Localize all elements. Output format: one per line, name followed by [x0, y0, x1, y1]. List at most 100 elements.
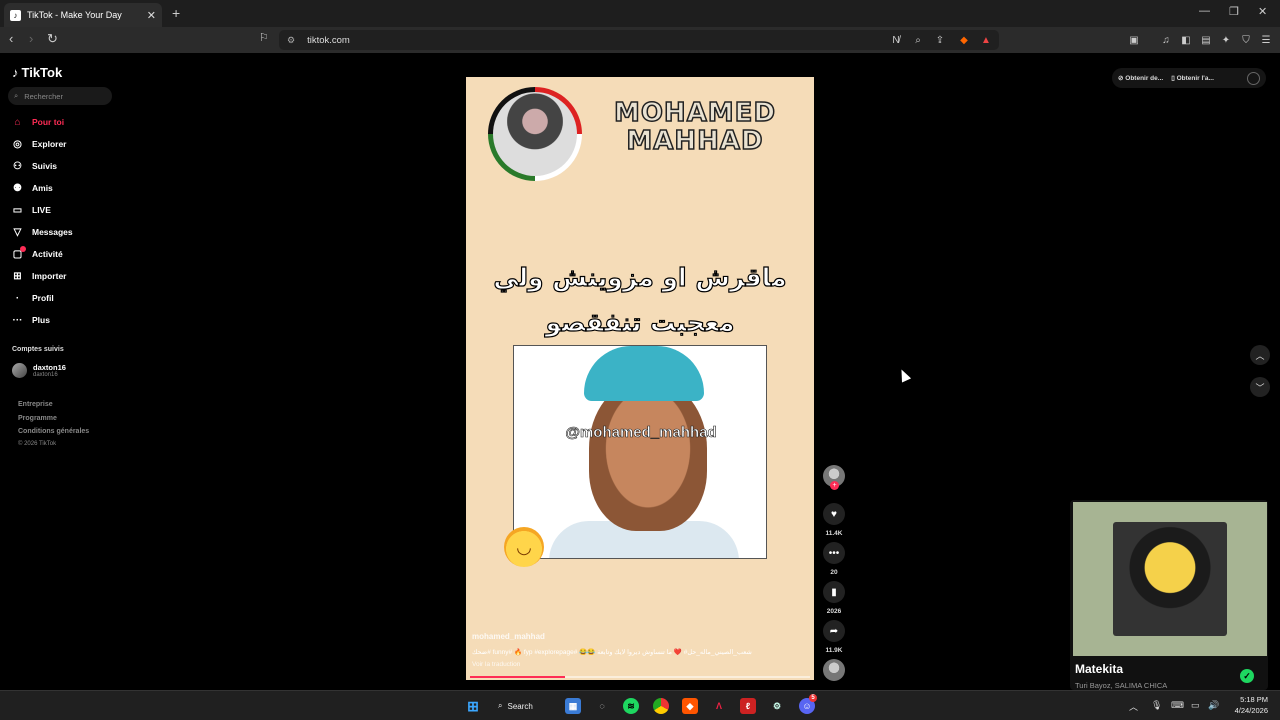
sidebar-item-pour-toi[interactable]: ⌂ Pour toi: [12, 115, 64, 129]
back-icon[interactable]: ‹: [9, 31, 13, 46]
tray-expand-icon[interactable]: ︿: [1129, 700, 1138, 713]
share-arrow-icon[interactable]: ➦: [823, 620, 845, 642]
sidebar-item-label: LIVE: [32, 205, 51, 215]
forward-icon[interactable]: ›: [29, 31, 33, 46]
footer-link-programme[interactable]: Programme: [18, 415, 57, 422]
like-action[interactable]: ♥ 11.4K: [822, 503, 846, 537]
sidebar-toggle-icon[interactable]: ◧: [1179, 33, 1193, 47]
creator-avatar-button[interactable]: +: [822, 465, 846, 490]
reader-mode-icon[interactable]: N̸: [889, 33, 903, 47]
sidebar-item-messages[interactable]: ▽ Messages: [12, 225, 73, 239]
heart-icon[interactable]: ♥: [823, 503, 845, 525]
video-progress-bar[interactable]: [470, 676, 810, 678]
comment-action[interactable]: ••• 20: [822, 542, 846, 576]
menu-icon[interactable]: ☰: [1259, 33, 1273, 47]
clock-time: 5:18 PM: [1240, 695, 1268, 704]
brave-shield-icon[interactable]: ◆: [957, 33, 971, 47]
sidebar-item-label: Explorer: [32, 139, 67, 149]
display-icon[interactable]: ▭: [1191, 700, 1200, 711]
sound-disc-button[interactable]: [822, 659, 846, 681]
spotify-icon[interactable]: ≋: [623, 698, 639, 714]
get-app-button[interactable]: ▯ Obtenir l'a...: [1171, 74, 1214, 82]
steam-icon[interactable]: ⚙: [769, 698, 785, 714]
brave-icon[interactable]: ◆: [682, 698, 698, 714]
get-coins-button[interactable]: ⊘ Obtenir de...: [1118, 74, 1163, 82]
reload-icon[interactable]: ↻: [47, 31, 58, 47]
compass-icon: ◎: [13, 138, 22, 150]
rewards-icon[interactable]: ▲: [979, 33, 993, 47]
sidebar-item-amis[interactable]: ⚉ Amis: [12, 181, 53, 195]
leo-ai-icon[interactable]: ✦: [1219, 33, 1233, 47]
zoom-icon[interactable]: ⌕: [911, 33, 925, 47]
taskbar-search-label: Search: [507, 701, 533, 711]
search-icon: ⌕: [14, 91, 19, 100]
check-icon[interactable]: ✓: [1240, 669, 1254, 683]
app-red-icon[interactable]: ℓ: [740, 698, 756, 714]
screenshot-icon[interactable]: ▣: [1127, 33, 1141, 47]
comment-count: 20: [830, 569, 838, 576]
share-action[interactable]: ➦ 11.9K: [822, 620, 846, 654]
more-icon: ···: [12, 314, 23, 326]
video-arabic-caption: ماقرش او مزوينش ولي معجبت تنفقصو: [486, 255, 794, 345]
home-icon: ⌂: [14, 116, 21, 128]
sidebar-item-live[interactable]: ▭ LIVE: [12, 203, 51, 217]
arabic-line1: ماقرش او مزوينش ولي: [493, 262, 787, 292]
vpn-icon[interactable]: ⛉: [1239, 33, 1253, 47]
bookmark-icon[interactable]: ▮: [823, 581, 845, 603]
search-placeholder: Rechercher: [24, 91, 63, 101]
close-window-icon[interactable]: ✕: [1258, 5, 1267, 18]
maximize-icon[interactable]: ❐: [1229, 5, 1239, 18]
site-info-icon[interactable]: ⚙: [287, 35, 295, 46]
sidebar-item-profil[interactable]: · Profil: [12, 291, 54, 305]
tiktok-note-icon: ♪: [12, 65, 19, 80]
previous-video-button[interactable]: ︿: [1250, 345, 1270, 365]
app-a-icon[interactable]: Λ: [711, 698, 727, 714]
see-translation-link[interactable]: Voir la traduction: [472, 661, 520, 668]
tiktok-sidebar: ♪ TikTok ⌕ Rechercher ⌂ Pour toi ◎ Explo…: [0, 54, 120, 690]
volume-icon[interactable]: 🔊: [1208, 700, 1219, 711]
followed-account[interactable]: daxton16 daxton16: [12, 363, 66, 378]
tiktok-logo[interactable]: ♪ TikTok: [12, 65, 62, 80]
logo-text: TikTok: [21, 65, 63, 80]
settings-circle-icon[interactable]: [1247, 71, 1260, 85]
taskbar-clock[interactable]: 5:18 PM 4/24/2026: [1224, 694, 1268, 716]
sidebar-item-explorer[interactable]: ◎ Explorer: [12, 137, 67, 151]
footer-link-conditions[interactable]: Conditions générales: [18, 428, 89, 435]
video-overlay-title: MOHAMED MAHHAD: [590, 98, 800, 156]
sidebar-item-importer[interactable]: ⊞ Importer: [12, 269, 66, 283]
sidebar-item-activite[interactable]: ▢ Activité: [12, 245, 63, 261]
follow-plus-icon[interactable]: +: [830, 481, 839, 490]
comment-icon[interactable]: •••: [823, 542, 845, 564]
app-icon[interactable]: ◌: [594, 698, 610, 714]
new-tab-icon[interactable]: +: [172, 5, 180, 21]
sidebar-item-label: Suivis: [32, 161, 58, 171]
media-icon[interactable]: ♫: [1159, 33, 1173, 47]
bookmark-icon[interactable]: ⚐: [259, 31, 269, 44]
music-disc-icon[interactable]: [823, 659, 845, 681]
song-title: Matekita: [1075, 662, 1124, 676]
close-tab-icon[interactable]: ✕: [147, 9, 156, 22]
save-action[interactable]: ▮ 2026: [822, 581, 846, 615]
chrome-icon[interactable]: [653, 698, 669, 714]
wallet-icon[interactable]: ▤: [1199, 33, 1213, 47]
footer-link-entreprise[interactable]: Entreprise: [18, 401, 53, 408]
browser-tab[interactable]: ♪ TikTok - Make Your Day ✕: [4, 3, 162, 27]
minimize-icon[interactable]: —: [1199, 5, 1210, 17]
sidebar-item-label: Amis: [32, 183, 53, 193]
sidebar-item-suivis[interactable]: ⚇ Suivis: [12, 159, 57, 173]
video-player[interactable]: MOHAMED MAHHAD ماقرش او مزوينش ولي معجبت…: [466, 77, 814, 680]
avatar[interactable]: +: [823, 465, 845, 490]
share-icon[interactable]: ⇪: [933, 33, 947, 47]
file-explorer-icon[interactable]: ▦: [565, 698, 581, 714]
windows-start-icon[interactable]: ⊞: [465, 698, 481, 714]
video-username[interactable]: mohamed_mahhad: [472, 632, 545, 641]
media-mini-player[interactable]: Matekita Turi Bayoz, SALIMA CHICA ✓: [1070, 500, 1268, 690]
discord-icon[interactable]: ☺ 5: [799, 694, 817, 714]
microphone-icon[interactable]: 🎙: [1151, 700, 1162, 711]
keyboard-icon[interactable]: ⌨: [1171, 700, 1184, 711]
taskbar-search[interactable]: ⌕ Search: [498, 698, 533, 714]
search-input[interactable]: ⌕ Rechercher: [8, 87, 112, 105]
next-video-button[interactable]: ﹀: [1250, 377, 1270, 397]
followed-handle: daxton16: [33, 372, 58, 378]
sidebar-item-plus[interactable]: ··· Plus: [12, 313, 50, 327]
